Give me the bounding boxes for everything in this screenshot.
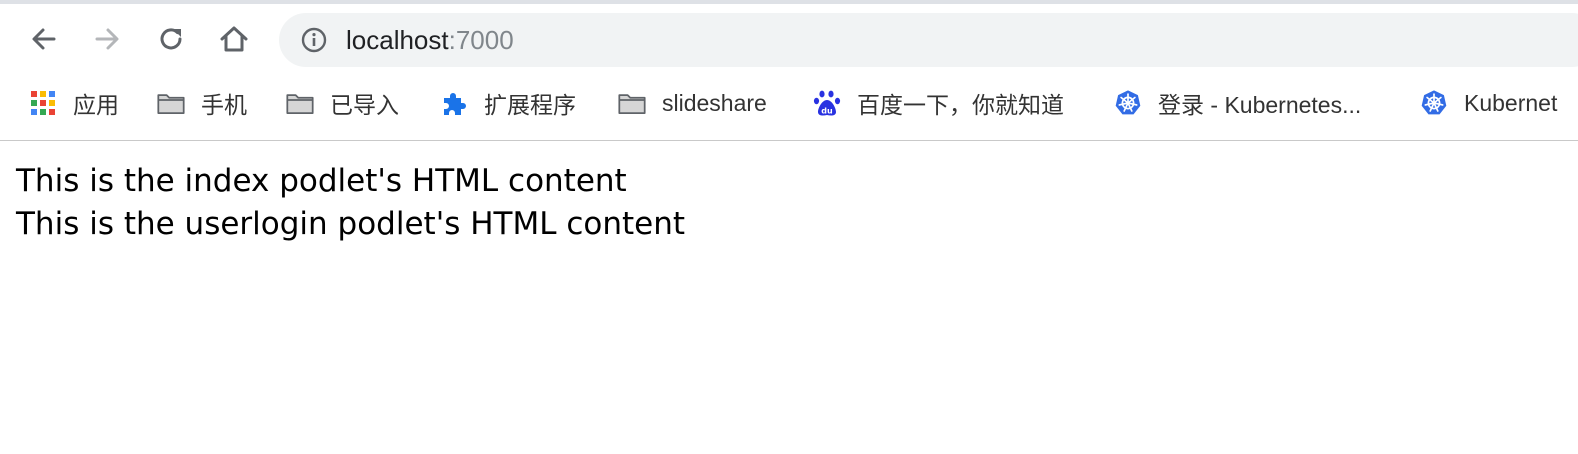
url-text[interactable]: localhost:7000	[346, 26, 514, 54]
bookmark-label: 登录 - Kubernetes...	[1158, 92, 1362, 118]
bookmark-kubernetes-login[interactable]: 登录 - Kubernetes...	[1114, 88, 1361, 118]
folder-icon	[157, 89, 185, 117]
reload-icon	[160, 28, 182, 50]
bookmark-label: 手机	[201, 92, 247, 118]
bookmark-label: slideshare	[662, 89, 767, 116]
back-arrow-icon	[32, 28, 56, 50]
home-button[interactable]	[216, 21, 252, 57]
svg-text:du: du	[821, 107, 833, 116]
forward-arrow-icon	[95, 28, 119, 50]
kubernetes-icon	[1420, 89, 1448, 117]
browser-toolbar: localhost:7000	[0, 4, 1578, 76]
bookmark-folder-slideshare[interactable]: slideshare	[618, 88, 767, 118]
bookmark-label: Kubernet	[1464, 89, 1558, 116]
folder-icon	[286, 89, 314, 117]
bookmarks-bar: 应用 手机 已导入 扩展程序 slideshare du 百度一下，你就知道 登…	[0, 76, 1578, 141]
url-port: :7000	[448, 25, 514, 55]
bookmark-apps[interactable]: 应用	[29, 88, 119, 118]
userlogin-podlet-text: This is the userlogin podlet's HTML cont…	[16, 206, 686, 242]
apps-grid-icon	[29, 89, 57, 117]
reload-button[interactable]	[153, 21, 189, 57]
info-icon[interactable]	[301, 27, 327, 53]
folder-icon	[618, 89, 646, 117]
bookmark-label: 已导入	[330, 92, 399, 118]
bookmark-folder-imported[interactable]: 已导入	[286, 88, 399, 118]
index-podlet-text: This is the index podlet's HTML content	[16, 163, 627, 199]
kubernetes-icon	[1114, 89, 1142, 117]
bookmark-baidu[interactable]: du 百度一下，你就知道	[813, 88, 1064, 118]
address-bar[interactable]: localhost:7000	[279, 13, 1578, 67]
bookmark-folder-phone[interactable]: 手机	[157, 88, 247, 118]
home-icon	[220, 26, 248, 52]
baidu-paw-icon: du	[813, 89, 841, 117]
bookmark-label: 百度一下，你就知道	[857, 92, 1064, 118]
bookmark-label: 应用	[73, 92, 119, 118]
forward-button[interactable]	[89, 21, 125, 57]
back-button[interactable]	[26, 21, 62, 57]
url-host: localhost	[346, 25, 449, 55]
bookmark-kubernetes[interactable]: Kubernet	[1420, 88, 1557, 118]
puzzle-extension-icon	[440, 89, 468, 117]
page-content: This is the index podlet's HTML content …	[16, 160, 685, 246]
bookmark-extensions[interactable]: 扩展程序	[440, 88, 576, 118]
bookmark-label: 扩展程序	[484, 92, 576, 118]
